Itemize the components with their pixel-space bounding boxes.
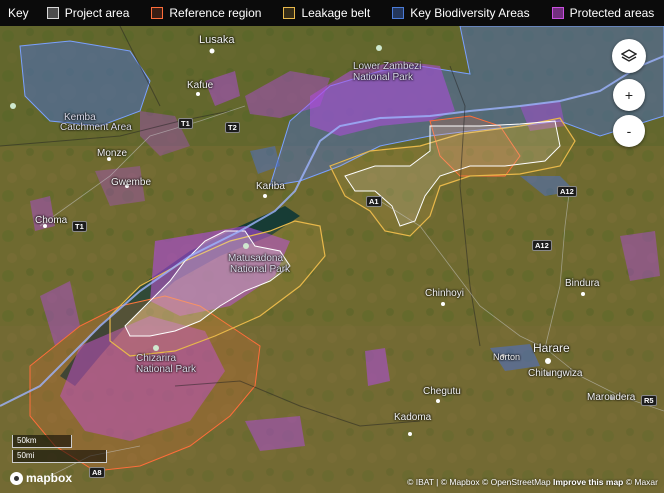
map-attribution: © IBAT | © Mapbox © OpenStreetMap Improv… (407, 477, 658, 487)
chinhoyi-dot (441, 302, 445, 306)
label-gwembe: Gwembe (111, 177, 152, 188)
kafue-dot (196, 92, 200, 96)
zoom-in-icon: + (624, 87, 634, 103)
label-marondera: Marondera (587, 392, 636, 403)
legend-item-leakage-belt: Leakage belt (283, 6, 370, 20)
kadoma-dot (408, 432, 412, 436)
label-kafue: Kafue (187, 80, 214, 91)
road-shield-r5: R5 (641, 395, 657, 406)
reference-region-swatch (151, 7, 164, 19)
road-shield-t1-south: T1 (72, 221, 87, 232)
road-shield-t2: T2 (225, 122, 240, 133)
road-shield-a12-north: A12 (557, 186, 577, 197)
label-kariba: Kariba (256, 181, 285, 192)
label-lusaka: Lusaka (199, 34, 235, 46)
label-lower-zambezi: Lower Zambezi (353, 61, 422, 72)
label-choma: Choma (35, 215, 68, 226)
kemba-marker (10, 103, 16, 109)
lower-zambezi-marker (376, 45, 382, 51)
layers-icon (621, 49, 637, 62)
scale-mi: 50mi (12, 450, 107, 463)
legend-title: Key (8, 6, 29, 20)
legend-item-reference-region: Reference region (151, 6, 261, 20)
map-canvas[interactable]: Lusaka Lower Zambezi National Park Kafue… (0, 26, 664, 493)
label-monze: Monze (97, 148, 128, 159)
label-chizarira-np: National Park (136, 364, 197, 375)
chizarira-marker (153, 345, 159, 351)
kariba-dot (263, 194, 267, 198)
road-shield-a12: A12 (532, 240, 552, 251)
maxar-credit[interactable]: © Maxar (626, 477, 658, 487)
label-matusadona: Matusadona (228, 253, 284, 264)
legend-label: Reference region (169, 6, 262, 20)
road-shield-a8: A8 (89, 467, 105, 478)
harare-dot (545, 358, 551, 364)
matusadona-marker (243, 243, 249, 249)
mapbox-logo[interactable]: mapbox (10, 471, 72, 485)
protected-areas-swatch (551, 7, 564, 19)
legend-label: Protected areas (569, 6, 655, 20)
legend-label: Leakage belt (301, 6, 371, 20)
bindura-dot (581, 292, 585, 296)
legend-item-protected-areas: Protected areas (551, 6, 655, 20)
zoom-out-icon: - (626, 123, 632, 139)
attribution-text[interactable]: © IBAT | © Mapbox © OpenStreetMap (407, 477, 551, 487)
label-chizarira: Chizarira (136, 353, 177, 364)
label-chinhoyi: Chinhoyi (425, 288, 464, 299)
leakage-belt-swatch (283, 7, 296, 19)
chegutu-dot (436, 399, 440, 403)
scale-km: 50km (12, 435, 72, 448)
improve-map-link[interactable]: Improve this map (553, 477, 623, 487)
label-kadoma: Kadoma (394, 412, 432, 423)
road-shield-t1: T1 (178, 118, 193, 129)
legend-item-kba: Key Biodiversity Areas (392, 6, 530, 20)
legend-label: Key Biodiversity Areas (410, 6, 530, 20)
mapbox-logo-icon (10, 471, 23, 485)
label-lower-zambezi-np: National Park (353, 72, 414, 83)
mapbox-logo-text: mapbox (26, 471, 73, 485)
label-kemba-area: Catchment Area (60, 122, 132, 133)
label-harare: Harare (533, 341, 570, 355)
zoom-out-button[interactable]: - (613, 115, 645, 147)
road-shield-a1: A1 (366, 196, 382, 207)
map-legend: Key Project area Reference region Leakag… (0, 0, 664, 26)
label-chitungwiza: Chitungwiza (528, 368, 583, 379)
legend-label: Project area (64, 6, 130, 20)
legend-item-project-area: Project area (46, 6, 130, 20)
label-norton: Norton (493, 352, 521, 362)
zoom-in-button[interactable]: + (613, 79, 645, 111)
label-bindura: Bindura (565, 278, 600, 289)
lusaka-dot (209, 48, 215, 54)
layers-button[interactable] (612, 39, 646, 73)
map-layers (0, 26, 664, 493)
label-matusadona-np: National Park (230, 264, 291, 275)
label-chegutu: Chegutu (423, 386, 461, 397)
kba-swatch (392, 7, 405, 19)
project-area-swatch (46, 7, 59, 19)
